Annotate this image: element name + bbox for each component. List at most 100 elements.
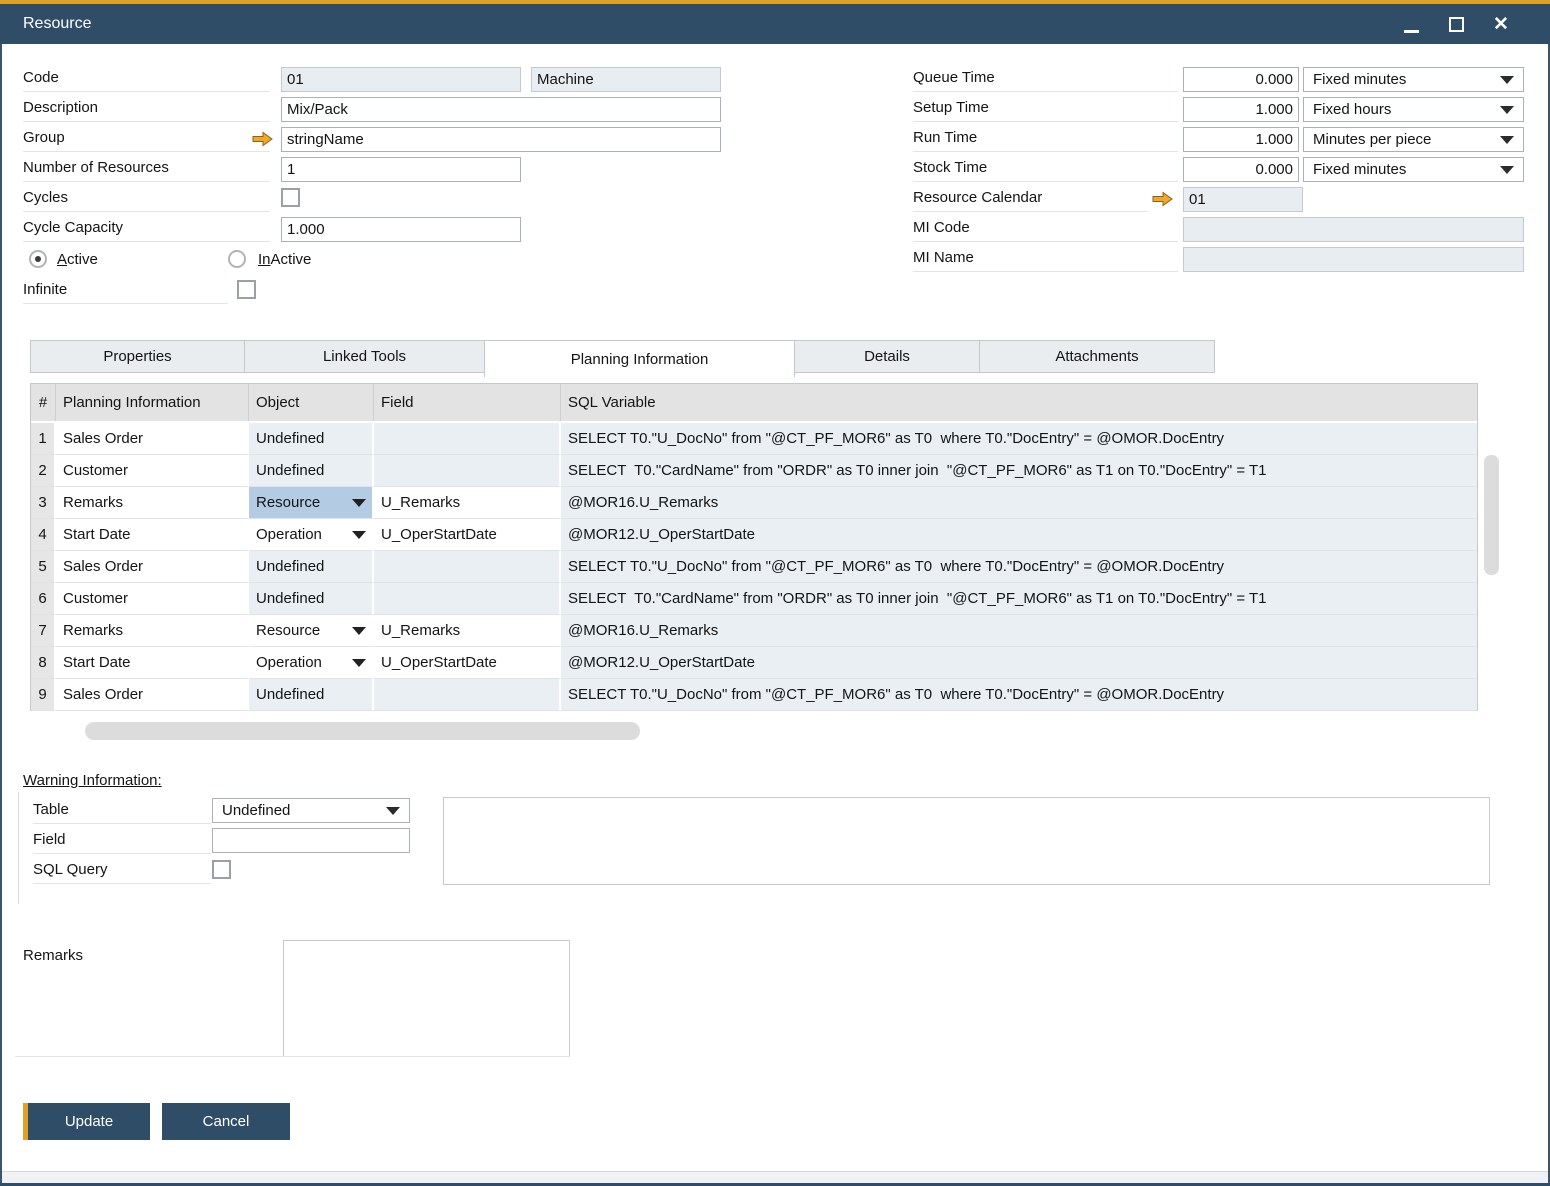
row-number-cell: 5 [31,551,56,583]
link-arrow-icon[interactable] [1152,191,1173,207]
sql-variable-cell: @MOR12.U_OperStartDate [561,519,1477,551]
object-cell: Undefined [249,679,374,711]
mi-name-input [1183,247,1524,272]
resource-window: Resource ✕ Code Description Group Number… [0,0,1550,1186]
cycles-label: Cycles [23,186,270,212]
close-icon[interactable]: ✕ [1492,15,1510,33]
active-radio[interactable] [29,250,47,268]
tab-planning-information[interactable]: Planning Information [484,340,795,377]
dropdown-arrow-icon [352,531,366,539]
setup-time-unit-select[interactable]: Fixed hours [1303,97,1524,122]
infinite-label: Infinite [23,278,228,304]
stock-time-label: Stock Time [913,156,1178,182]
tab-attachments[interactable]: Attachments [979,340,1215,373]
sql-variable-cell-text: SELECT T0."U_DocNo" from "@CT_PF_MOR6" a… [568,430,1224,447]
table-row: 8Start DateOperationU_OperStartDate@MOR1… [31,647,1477,679]
group-label: Group [23,126,270,152]
field-cell-text: U_OperStartDate [381,526,497,543]
col-header-sql-variable: SQL Variable [561,384,1477,421]
queue-time-unit-select[interactable]: Fixed minutes [1303,67,1524,92]
warning-note-textarea[interactable] [443,797,1490,885]
field-cell[interactable]: U_Remarks [374,487,561,519]
field-cell[interactable]: U_OperStartDate [374,519,561,551]
sql-variable-cell: SELECT T0."CardName" from "ORDR" as T0 i… [561,583,1477,615]
object-cell[interactable]: Operation [249,647,374,679]
update-button[interactable]: Update [23,1103,150,1140]
group-input[interactable] [281,127,721,152]
minimize-icon[interactable] [1402,15,1420,33]
planning-info-cell[interactable]: Customer [56,583,249,615]
warning-table-select[interactable]: Undefined [212,798,410,823]
field-cell [374,455,561,487]
table-row: 3RemarksResourceU_Remarks@MOR16.U_Remark… [31,487,1477,519]
row-number-cell: 6 [31,583,56,615]
sql-variable-cell-text: @MOR16.U_Remarks [568,622,718,639]
table-header-row: # Planning Information Object Field SQL … [31,384,1477,423]
object-cell[interactable]: Resource [249,615,374,647]
tab-details[interactable]: Details [794,340,980,373]
planning-info-cell-text: Customer [63,590,128,607]
stock-time-input[interactable] [1183,157,1299,182]
cancel-button[interactable]: Cancel [162,1103,290,1140]
row-number-cell: 7 [31,615,56,647]
object-cell: Undefined [249,551,374,583]
row-number-cell: 9 [31,679,56,711]
infinite-checkbox[interactable] [237,280,256,299]
planning-info-cell[interactable]: Remarks [56,615,249,647]
planning-info-cell-text: Remarks [63,494,123,511]
object-cell[interactable]: Operation [249,519,374,551]
maximize-icon[interactable] [1447,15,1465,33]
planning-info-cell-text: Remarks [63,622,123,639]
planning-info-cell[interactable]: Customer [56,455,249,487]
field-cell-text: U_Remarks [381,494,460,511]
row-number-cell: 4 [31,519,56,551]
planning-info-cell[interactable]: Sales Order [56,423,249,455]
row-number-cell-text: 6 [38,590,46,607]
planning-info-cell[interactable]: Remarks [56,487,249,519]
setup-time-label: Setup Time [913,96,1178,122]
row-number-cell: 2 [31,455,56,487]
cycles-checkbox[interactable] [281,188,300,207]
sql-query-label: SQL Query [33,858,211,884]
planning-info-cell[interactable]: Start Date [56,519,249,551]
warning-field-input[interactable] [212,828,410,853]
link-arrow-icon[interactable] [252,131,273,147]
planning-info-cell[interactable]: Start Date [56,647,249,679]
table-row: 7 Remarks ResourceU_Remarks @MOR16.U_Remark… [31,615,1477,647]
col-header-field: Field [374,384,561,421]
description-input[interactable] [281,97,721,122]
chevron-down-icon [1500,136,1514,144]
tab-properties[interactable]: Properties [30,340,245,373]
field-cell [374,551,561,583]
object-cell-text: Undefined [256,462,324,479]
dropdown-arrow-icon [352,659,366,667]
setup-time-input[interactable] [1183,97,1299,122]
inactive-radio[interactable] [228,250,246,268]
planning-info-cell[interactable]: Sales Order [56,551,249,583]
number-of-resources-input[interactable] [281,157,521,182]
row-number-cell-text: 8 [38,654,46,671]
cycle-capacity-input[interactable] [281,217,521,242]
field-cell[interactable]: U_OperStartDate [374,647,561,679]
row-number-cell-text: 4 [38,526,46,543]
sql-query-checkbox[interactable] [212,860,231,879]
object-cell[interactable]: Resource [249,487,374,519]
active-rest: ctive [67,251,98,268]
run-time-unit-select[interactable]: Minutes per piece [1303,127,1524,152]
planning-info-cell[interactable]: Sales Order [56,679,249,711]
remarks-label: Remarks [23,944,223,970]
queue-time-unit-value: Fixed minutes [1313,71,1406,88]
field-cell[interactable]: U_Remarks [374,615,561,647]
stock-time-unit-select[interactable]: Fixed minutes [1303,157,1524,182]
tab-linked-tools[interactable]: Linked Tools [244,340,485,373]
remarks-textarea[interactable] [283,940,570,1057]
vertical-scrollbar-thumb[interactable] [1484,455,1499,575]
run-time-input[interactable] [1183,127,1299,152]
queue-time-label: Queue Time [913,66,1178,92]
horizontal-scrollbar-thumb[interactable] [85,722,640,740]
setup-time-unit-value: Fixed hours [1313,101,1391,118]
object-cell-text: Undefined [256,686,324,703]
row-number-cell: 1 [31,423,56,455]
queue-time-input[interactable] [1183,67,1299,92]
chevron-down-icon [1500,106,1514,114]
